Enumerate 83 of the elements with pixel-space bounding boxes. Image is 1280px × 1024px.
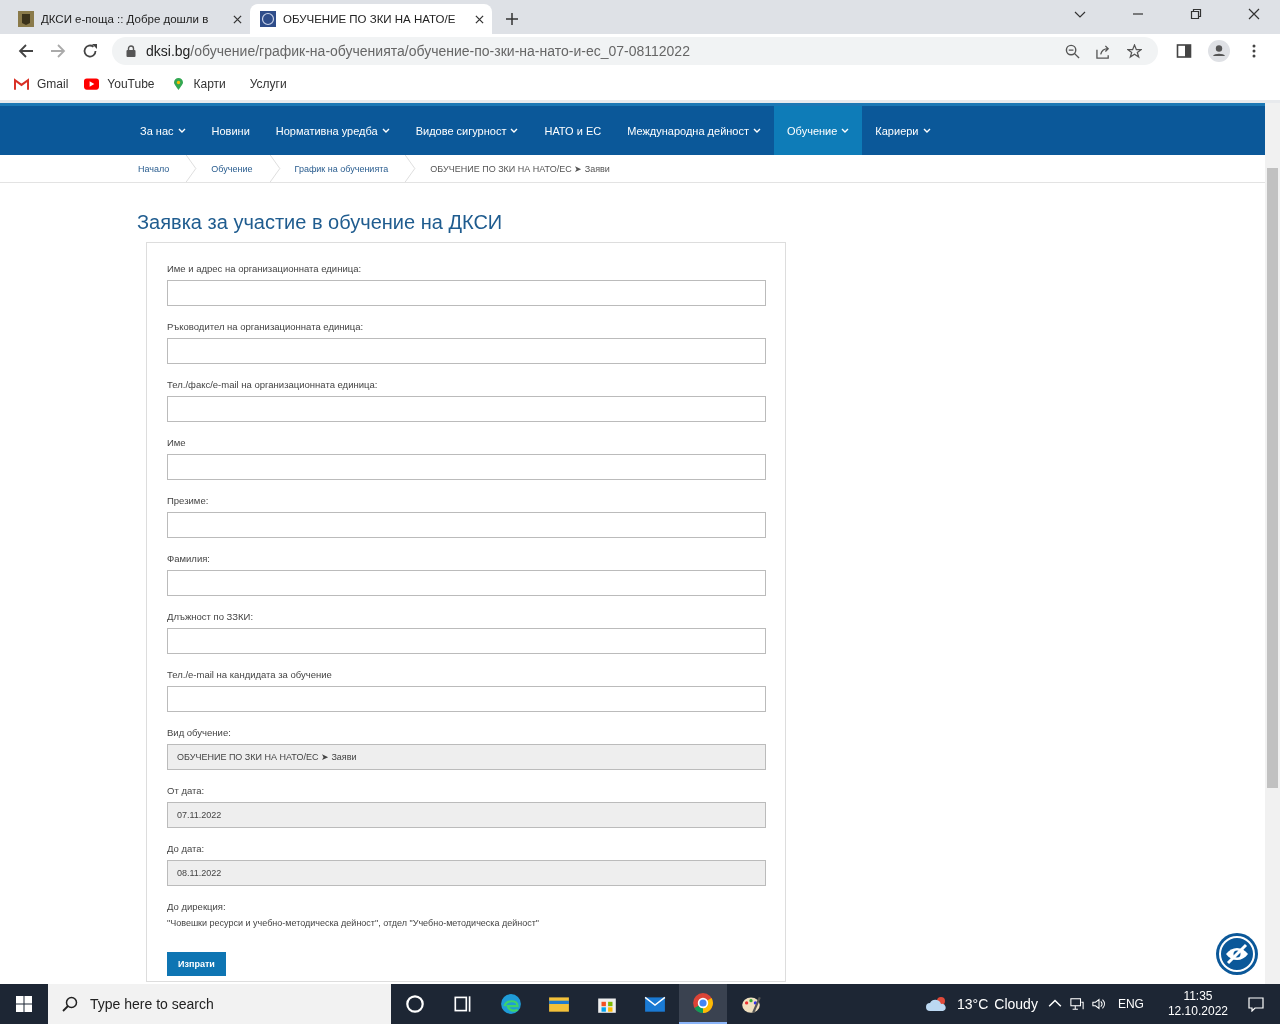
- breadcrumb-link[interactable]: Обучение: [209, 163, 255, 174]
- network-icon[interactable]: [1069, 997, 1084, 1011]
- swirl-logo-icon: [500, 993, 522, 1015]
- input-field[interactable]: ОБУЧЕНИЕ ПО ЗКИ НА НАТО/ЕС ➤ Заяви: [167, 744, 766, 770]
- field-label: Ръководител на организационната единица:: [167, 321, 365, 332]
- address-bar[interactable]: dksi.bg/обучение/график-на-обученията/обучение-по-зки-на-нато-и-ес_07-08112022: [112, 37, 1158, 65]
- field-label: Презиме:: [167, 495, 210, 506]
- input-field[interactable]: [167, 454, 766, 480]
- nav-menu-item[interactable]: Видове сигурност: [402, 106, 532, 155]
- star-icon[interactable]: [1127, 43, 1142, 59]
- bookmark-link[interactable]: Услуги: [241, 77, 287, 91]
- nav-menu-item[interactable]: Нормативна уредба: [262, 106, 403, 155]
- input-field[interactable]: 08.11.2022: [167, 860, 766, 886]
- bookmark-link[interactable]: YouTube: [84, 77, 155, 91]
- input-field[interactable]: [167, 396, 766, 422]
- bookmark-link[interactable]: Карти: [170, 77, 226, 91]
- nav-menu-item[interactable]: Обучение: [774, 106, 863, 155]
- crest-icon: [18, 11, 34, 27]
- close-icon[interactable]: [1248, 8, 1260, 20]
- caret-icon: [753, 127, 762, 134]
- speaker-icon[interactable]: [1091, 997, 1106, 1011]
- taskbar-app-button[interactable]: [679, 984, 727, 1024]
- field-label: Име: [167, 437, 187, 448]
- back-arrow-icon[interactable]: [18, 43, 34, 59]
- nav-menu-item[interactable]: За нас: [127, 106, 199, 155]
- page-title: Заявка за участие в обучение на ДКСИ: [137, 211, 504, 234]
- play-icon: [84, 78, 100, 90]
- caret-icon: [381, 127, 390, 134]
- reload-icon[interactable]: [82, 43, 98, 59]
- notification-icon[interactable]: [1248, 996, 1264, 1012]
- nav-menu-item[interactable]: Международна дейност: [614, 106, 775, 155]
- caret-icon: [177, 127, 186, 134]
- profile-icon[interactable]: [1208, 40, 1230, 62]
- submit-button[interactable]: Изпрати: [167, 952, 226, 976]
- windows-logo-icon[interactable]: [16, 996, 32, 1012]
- breadcrumb-link[interactable]: График на обученията: [292, 163, 391, 174]
- close-icon[interactable]: [475, 14, 484, 24]
- taskbar-search-field[interactable]: Type here to search: [48, 984, 391, 1024]
- envelope-m-icon: [14, 78, 29, 90]
- seal-icon: [260, 11, 276, 27]
- new-tab-icon[interactable]: [506, 13, 518, 25]
- input-field[interactable]: [167, 512, 766, 538]
- input-field[interactable]: 07.11.2022: [167, 802, 766, 828]
- circle-icon: [404, 993, 426, 1015]
- temperature-text: 13°C: [957, 996, 989, 1012]
- field-label: До дата:: [167, 843, 206, 854]
- zoom-out-icon[interactable]: [1065, 43, 1080, 59]
- field-label: Вид обучение:: [167, 727, 232, 738]
- field-label: Име и адрес на организационната единица:: [167, 263, 363, 274]
- eye-slash-icon[interactable]: [1215, 932, 1259, 976]
- restore-icon[interactable]: [1190, 8, 1202, 20]
- field-label: До дирекция:: [167, 901, 227, 912]
- field-label: Фамилия:: [167, 553, 211, 564]
- browser-tab[interactable]: ОБУЧЕНИЕ ПО ЗКИ НА НАТО/Е: [250, 4, 492, 34]
- close-icon[interactable]: [233, 14, 242, 24]
- caret-icon: [922, 127, 931, 134]
- caret-icon: [510, 127, 519, 134]
- field-label: Длъжност по ЗЗКИ:: [167, 611, 255, 622]
- field-label: От дата:: [167, 785, 206, 796]
- browser-logo-icon: [692, 992, 714, 1014]
- field-label: Тел./факс/e-mail на организационната единица:: [167, 379, 379, 390]
- share-icon[interactable]: [1096, 43, 1111, 59]
- caret-icon: [841, 127, 850, 134]
- bookmark-link[interactable]: Gmail: [14, 77, 69, 91]
- nav-menu-item[interactable]: Кариери: [862, 106, 944, 155]
- nav-menu-item[interactable]: Новини: [198, 106, 263, 155]
- lock-icon: [126, 45, 136, 57]
- input-field[interactable]: [167, 686, 766, 712]
- scrollbar[interactable]: [1265, 103, 1280, 984]
- language-indicator[interactable]: ENG: [1117, 997, 1144, 1011]
- input-field[interactable]: [167, 628, 766, 654]
- side-panel-icon[interactable]: [1176, 43, 1192, 59]
- breadcrumb-link[interactable]: Начало: [136, 163, 172, 174]
- input-field[interactable]: [167, 280, 766, 306]
- direction-text: "Човешки ресурси и учебно-методическа дейност", отдел "Учебно-методическа дейност": [167, 918, 541, 928]
- browser-tab[interactable]: ДКСИ е-поща :: Добре дошли в: [8, 4, 250, 34]
- input-field[interactable]: [167, 338, 766, 364]
- weather-text: Cloudy: [994, 996, 1038, 1012]
- nav-menu-item[interactable]: НАТО и ЕС: [531, 106, 615, 155]
- clock[interactable]: 11:35 12.10.2022: [1167, 989, 1228, 1019]
- input-field[interactable]: [167, 570, 766, 596]
- search-icon: [62, 996, 78, 1012]
- field-label: Тел./e-mail на кандидата за обучение: [167, 669, 333, 680]
